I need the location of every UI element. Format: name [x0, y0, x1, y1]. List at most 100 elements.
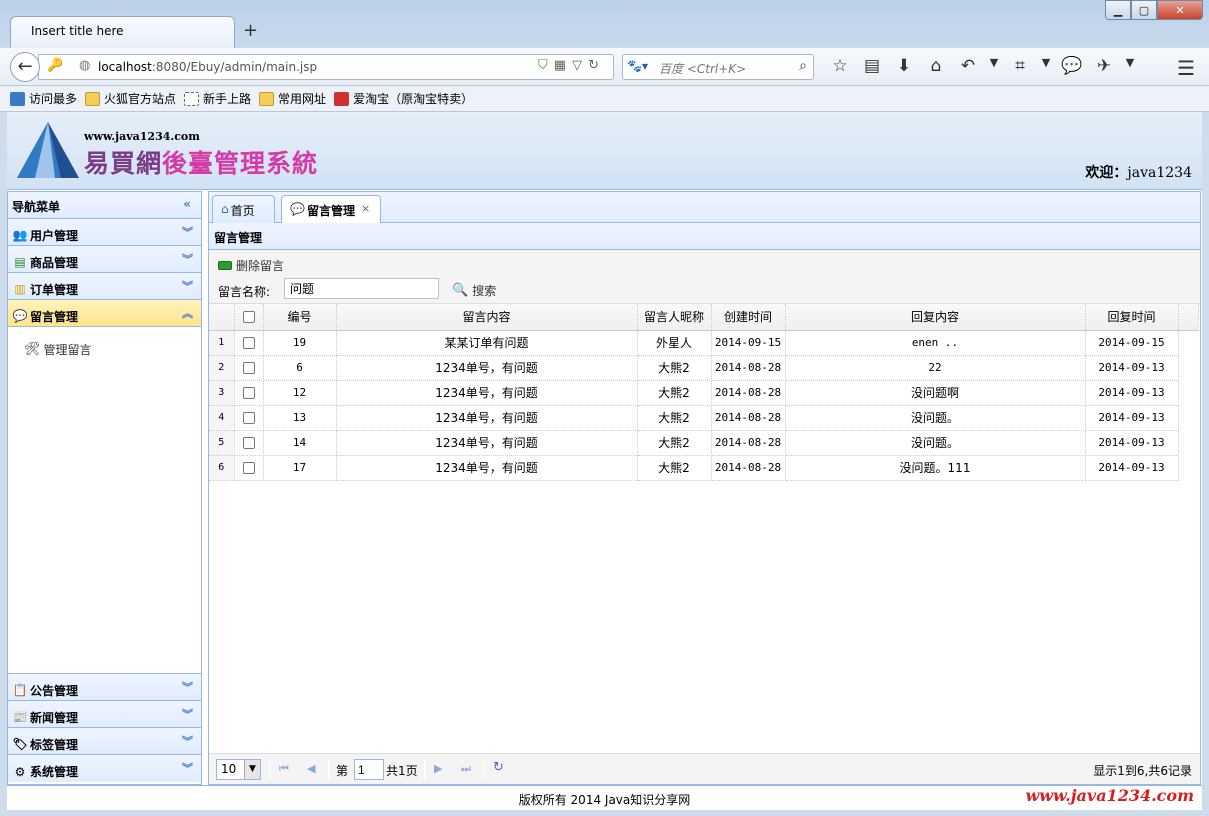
search-button[interactable]: 🔍 搜索 — [452, 282, 496, 299]
star-icon[interactable]: ☆ — [824, 56, 856, 76]
row-checkbox[interactable] — [242, 437, 255, 449]
sidebar-item-messages[interactable]: 💬 留言管理 ︽ — [8, 300, 201, 327]
bookmark-item[interactable]: 火狐官方站点 — [85, 90, 176, 107]
folder-icon — [85, 91, 101, 106]
chevron-up-icon[interactable]: ︽ — [182, 305, 193, 321]
bookmark-item[interactable]: 常用网址 — [259, 90, 326, 107]
reading-list-icon[interactable]: ▤ — [856, 56, 888, 76]
back-button[interactable]: ← — [10, 52, 40, 82]
copyright-text: 版权所有 2014 Java知识分享网 — [518, 793, 691, 807]
col-reply-time[interactable]: 回复时间 — [1085, 304, 1179, 331]
message-icon: 💬 — [12, 309, 28, 323]
dropdown-icon[interactable]: ▽ — [572, 58, 588, 73]
page-number-input[interactable] — [354, 759, 384, 780]
col-created[interactable]: 创建时间 — [711, 304, 786, 331]
close-window-button[interactable]: ✕ — [1157, 0, 1203, 20]
sidebar-item-news[interactable]: 📰 新闻管理 ︾ — [8, 701, 201, 728]
select-all-checkbox[interactable] — [242, 311, 255, 324]
col-content[interactable]: 留言内容 — [336, 304, 638, 331]
grid-toolbar: 删除留言 留言名称: 🔍搜索 — [209, 250, 1200, 304]
baidu-icon[interactable]: 🐾▾ — [627, 59, 648, 73]
select-all-header — [234, 304, 264, 331]
qr-icon[interactable]: ▦ — [554, 58, 572, 73]
row-checkbox[interactable] — [242, 362, 255, 374]
browser-search[interactable]: 🐾▾ 百度 <Ctrl+K> ⌕ — [622, 54, 814, 80]
panel-title: 留言管理 — [209, 223, 1200, 250]
page-prefix: 第 — [336, 764, 349, 778]
row-checkbox[interactable] — [242, 462, 255, 474]
first-page-icon[interactable]: ⏮ — [279, 762, 289, 776]
bookmark-item[interactable]: 访问最多 — [10, 90, 77, 107]
addon-icon[interactable]: ✈ — [1088, 56, 1120, 76]
search-icon[interactable]: ⌕ — [799, 58, 807, 74]
table-row[interactable]: 5 14 1234单号，有问题 大熊2 2014-08-28 没问题。 2014… — [209, 430, 1198, 456]
sidebar-item-users[interactable]: 👥 用户管理 ︾ — [8, 219, 201, 246]
new-tab-button[interactable]: + — [243, 20, 258, 41]
close-tab-icon[interactable]: × — [361, 202, 370, 215]
shield-icon[interactable]: ⛉ — [538, 58, 554, 73]
browser-toolbar-icons: ☆ ▤ ⬇ ⌂ ↶ ▼ ⌗ ▼ 💬 ✈ ▼ — [824, 56, 1140, 76]
row-checkbox[interactable] — [242, 337, 255, 349]
dropdown-arrow-icon[interactable]: ▼ — [244, 760, 260, 779]
chevron-down-icon[interactable]: ︾ — [182, 760, 193, 776]
table-row[interactable]: 6 17 1234单号，有问题 大熊2 2014-08-28 没问题。111 2… — [209, 455, 1198, 481]
message-name-input[interactable] — [284, 278, 439, 299]
tab-messages[interactable]: 💬 留言管理 × — [281, 195, 381, 224]
col-reply[interactable]: 回复内容 — [785, 304, 1086, 331]
refresh-icon[interactable]: ↻ — [493, 760, 504, 775]
page-size-select[interactable]: 10 ▼ — [216, 759, 261, 780]
chat-icon[interactable]: 💬 — [1056, 56, 1088, 76]
sidebar-item-products[interactable]: ▤ 商品管理 ︾ — [8, 246, 201, 273]
page-icon — [184, 91, 200, 106]
url-bar[interactable]: 🔑 ◍ localhost:8080/Ebuy/admin/main.jsp ⛉… — [38, 54, 614, 80]
chevron-down-icon[interactable]: ︾ — [182, 224, 193, 240]
browser-tab[interactable]: Insert title here — [10, 16, 235, 48]
site-url: www.java1234.com — [84, 130, 200, 143]
chevron-down-icon[interactable]: ︾ — [182, 706, 193, 722]
minimize-button[interactable]: ▁ — [1105, 0, 1131, 20]
table-row[interactable]: 2 6 1234单号，有问题 大熊2 2014-08-28 22 2014-09… — [209, 355, 1198, 381]
home-icon: ⌂ — [221, 202, 229, 216]
admin-header: www.java1234.com 易買網後臺管理系統 欢迎：java1234 — [7, 112, 1202, 190]
table-row[interactable]: 1 19 某某订单有问题 外星人 2014-09-15 enen .. 2014… — [209, 330, 1198, 356]
prev-page-icon[interactable]: ◀ — [307, 762, 315, 775]
pager-divider — [483, 759, 484, 780]
maximize-button[interactable]: ▢ — [1131, 0, 1157, 20]
sidebar-item-orders[interactable]: ▥ 订单管理 ︾ — [8, 273, 201, 300]
sidebar-item-notices[interactable]: 📋 公告管理 ︾ — [8, 674, 201, 701]
table-row[interactable]: 4 13 1234单号，有问题 大熊2 2014-08-28 没问题。 2014… — [209, 405, 1198, 431]
bookmark-item[interactable]: 新手上路 — [184, 90, 251, 107]
tab-home[interactable]: ⌂ 首页 — [212, 195, 275, 223]
chevron-down-icon[interactable]: ︾ — [182, 251, 193, 267]
home-icon[interactable]: ⌂ — [920, 56, 952, 76]
chevron-down-icon[interactable]: ︾ — [182, 733, 193, 749]
col-nickname[interactable]: 留言人昵称 — [637, 304, 712, 331]
url-text[interactable]: localhost:8080/Ebuy/admin/main.jsp — [98, 60, 317, 74]
chevron-down-icon[interactable]: ︾ — [182, 679, 193, 695]
sidebar-item-system[interactable]: ⚙ 系统管理 ︾ — [8, 755, 201, 782]
delete-message-button[interactable]: 删除留言 — [218, 257, 284, 274]
last-page-icon[interactable]: ⏭ — [461, 762, 471, 776]
addon-dropdown-icon[interactable]: ▼ — [1120, 56, 1140, 76]
manage-messages-link[interactable]: 🛠 管理留言 — [24, 341, 201, 358]
bookmarks-bar: 访问最多 火狐官方站点 新手上路 常用网址 爱淘宝（原淘宝特卖） — [0, 86, 1209, 112]
reload-icon[interactable]: ↻ — [588, 58, 605, 73]
download-icon[interactable]: ⬇ — [888, 56, 920, 76]
chevron-down-icon[interactable]: ︾ — [182, 278, 193, 294]
table-row[interactable]: 3 12 1234单号，有问题 大熊2 2014-08-28 没问题啊 2014… — [209, 380, 1198, 406]
sidebar-item-tags[interactable]: 🏷 标签管理 ︾ — [8, 728, 201, 755]
undo-dropdown-icon[interactable]: ▼ — [984, 56, 1004, 76]
message-table: 编号 留言内容 留言人昵称 创建时间 回复内容 回复时间 1 19 某某订单有问… — [209, 304, 1199, 481]
undo-icon[interactable]: ↶ — [952, 56, 984, 76]
row-checkbox[interactable] — [242, 387, 255, 399]
crop-dropdown-icon[interactable]: ▼ — [1036, 56, 1056, 76]
col-id[interactable]: 编号 — [263, 304, 337, 331]
crop-icon[interactable]: ⌗ — [1004, 56, 1036, 76]
hamburger-menu-icon[interactable]: ☰ — [1177, 56, 1195, 80]
collapse-icon[interactable]: « — [183, 197, 191, 211]
row-checkbox[interactable] — [242, 412, 255, 424]
next-page-icon[interactable]: ▶ — [434, 762, 442, 775]
notice-icon: 📋 — [12, 683, 28, 697]
table-header-row: 编号 留言内容 留言人昵称 创建时间 回复内容 回复时间 — [209, 304, 1199, 331]
bookmark-item[interactable]: 爱淘宝（原淘宝特卖） — [334, 90, 473, 107]
